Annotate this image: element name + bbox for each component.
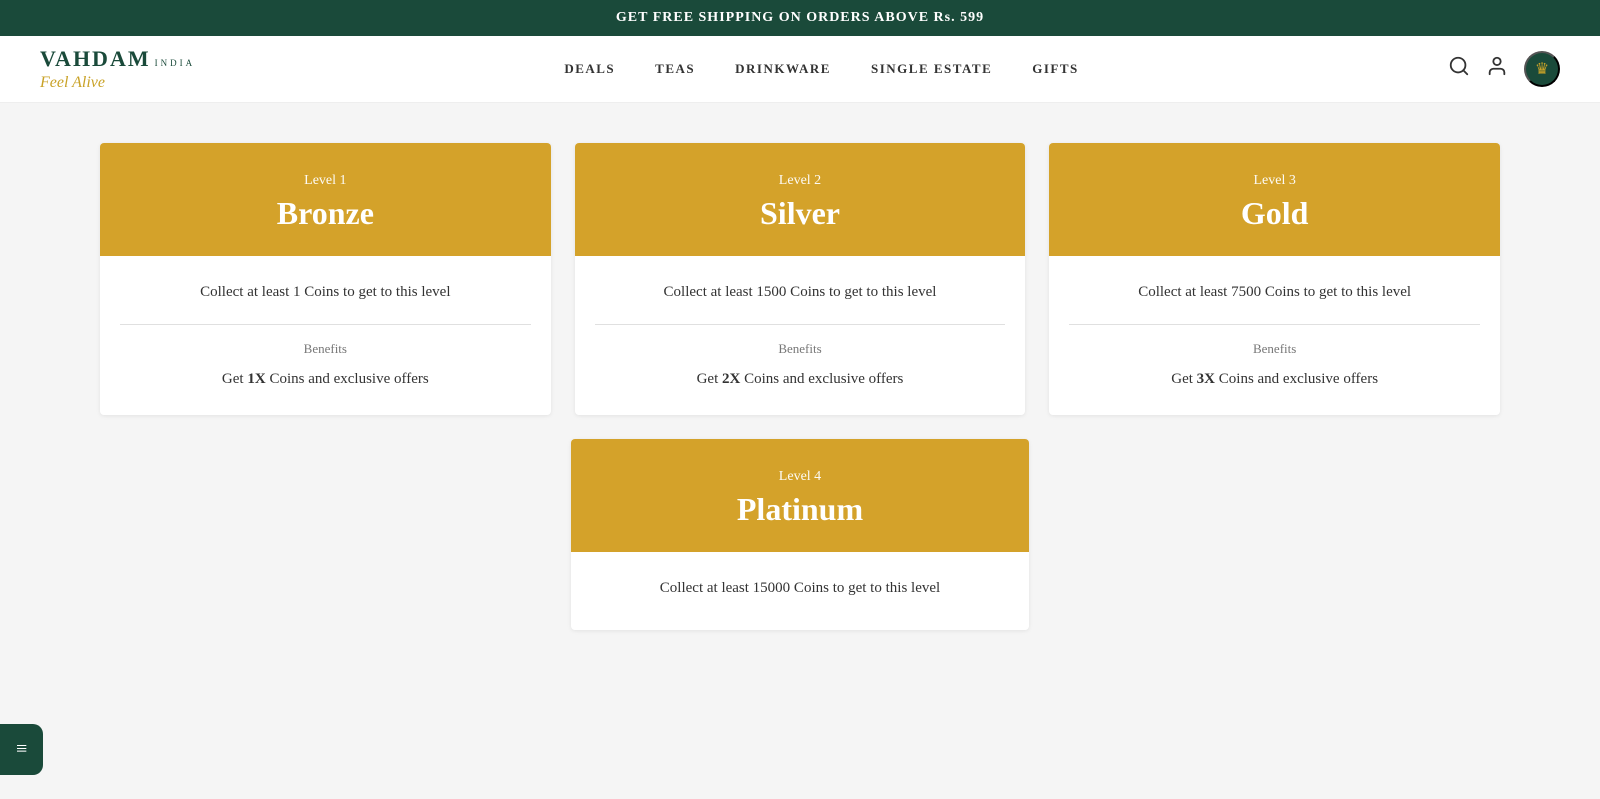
bronze-benefits-pre: Get: [222, 371, 247, 387]
silver-multiplier: 2X: [722, 371, 740, 387]
gold-divider: [1069, 324, 1480, 325]
silver-body: Collect at least 1500 Coins to get to th…: [575, 256, 1026, 415]
gold-benefits-text: Get 3X Coins and exclusive offers: [1069, 367, 1480, 391]
silver-collect-text: Collect at least 1500 Coins to get to th…: [595, 280, 1006, 304]
gold-multiplier: 3X: [1197, 371, 1215, 387]
main-content: Level 1 Bronze Collect at least 1 Coins …: [0, 103, 1600, 670]
banner-text: GET FREE SHIPPING ON ORDERS ABOVE Rs. 59…: [616, 10, 984, 25]
gold-benefits-label: Benefits: [1069, 341, 1480, 357]
bronze-collect-text: Collect at least 1 Coins to get to this …: [120, 280, 531, 304]
gold-name: Gold: [1069, 195, 1480, 232]
platinum-card: Level 4 Platinum Collect at least 15000 …: [571, 439, 1030, 630]
gold-benefits-post: Coins and exclusive offers: [1215, 371, 1378, 387]
platinum-header: Level 4 Platinum: [571, 439, 1030, 552]
bronze-name: Bronze: [120, 195, 531, 232]
chat-icon: ≡: [16, 738, 27, 761]
platinum-body: Collect at least 15000 Coins to get to t…: [571, 552, 1030, 630]
silver-name: Silver: [595, 195, 1006, 232]
search-button[interactable]: [1448, 55, 1470, 83]
bronze-benefits-text: Get 1X Coins and exclusive offers: [120, 367, 531, 391]
brand-name: VAHDAM: [40, 46, 151, 72]
header: VAHDAM INDIA Feel Alive DEALS TEAS DRINK…: [0, 36, 1600, 103]
gold-benefits-pre: Get: [1171, 371, 1196, 387]
silver-benefits-text: Get 2X Coins and exclusive offers: [595, 367, 1006, 391]
bronze-divider: [120, 324, 531, 325]
chat-widget[interactable]: ≡: [0, 724, 43, 775]
levels-grid: Level 1 Bronze Collect at least 1 Coins …: [100, 143, 1500, 415]
silver-header: Level 2 Silver: [575, 143, 1026, 256]
brand-india: INDIA: [155, 58, 196, 68]
platinum-name: Platinum: [591, 491, 1010, 528]
bronze-label: Level 1: [120, 173, 531, 189]
bronze-multiplier: 1X: [247, 371, 265, 387]
nav-gifts[interactable]: GIFTS: [1032, 61, 1079, 77]
account-button[interactable]: [1486, 55, 1508, 83]
nav-deals[interactable]: DEALS: [564, 61, 615, 77]
gold-body: Collect at least 7500 Coins to get to th…: [1049, 256, 1500, 415]
silver-benefits-label: Benefits: [595, 341, 1006, 357]
header-icons: ♛: [1448, 51, 1560, 87]
main-nav: DEALS TEAS DRINKWARE SINGLE ESTATE GIFTS: [564, 61, 1078, 77]
platinum-collect-text: Collect at least 15000 Coins to get to t…: [591, 576, 1010, 600]
nav-teas[interactable]: TEAS: [655, 61, 695, 77]
logo: VAHDAM INDIA Feel Alive: [40, 46, 195, 92]
gold-header: Level 3 Gold: [1049, 143, 1500, 256]
top-banner: GET FREE SHIPPING ON ORDERS ABOVE Rs. 59…: [0, 0, 1600, 36]
silver-benefits-post: Coins and exclusive offers: [740, 371, 903, 387]
silver-divider: [595, 324, 1006, 325]
gold-card: Level 3 Gold Collect at least 7500 Coins…: [1049, 143, 1500, 415]
bronze-benefits-post: Coins and exclusive offers: [266, 371, 429, 387]
nav-drinkware[interactable]: DRINKWARE: [735, 61, 831, 77]
silver-benefits-pre: Get: [697, 371, 722, 387]
bottom-row: Level 4 Platinum Collect at least 15000 …: [100, 439, 1500, 630]
bronze-header: Level 1 Bronze: [100, 143, 551, 256]
silver-label: Level 2: [595, 173, 1006, 189]
bronze-benefits-label: Benefits: [120, 341, 531, 357]
crown-icon: ♛: [1535, 59, 1549, 79]
platinum-label: Level 4: [591, 469, 1010, 485]
nav-single-estate[interactable]: SINGLE ESTATE: [871, 61, 992, 77]
bronze-body: Collect at least 1 Coins to get to this …: [100, 256, 551, 415]
gold-label: Level 3: [1069, 173, 1480, 189]
gold-collect-text: Collect at least 7500 Coins to get to th…: [1069, 280, 1480, 304]
brand-tagline: Feel Alive: [40, 74, 105, 92]
silver-card: Level 2 Silver Collect at least 1500 Coi…: [575, 143, 1026, 415]
bronze-card: Level 1 Bronze Collect at least 1 Coins …: [100, 143, 551, 415]
rewards-button[interactable]: ♛: [1524, 51, 1560, 87]
